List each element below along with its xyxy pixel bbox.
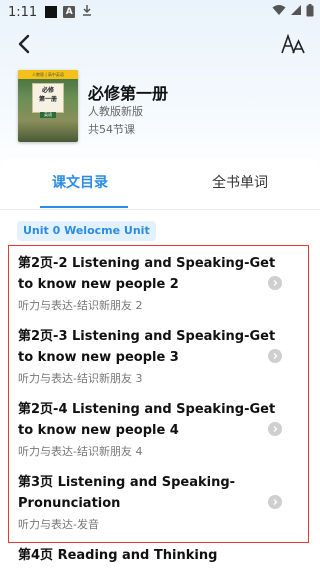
- unit-badge: Unit 0 Welocme Unit: [17, 221, 156, 241]
- active-tab-indicator: [40, 206, 128, 208]
- lesson-title: 第2页-4 Listening and Speaking-Get to know…: [18, 402, 276, 438]
- download-icon: [81, 4, 93, 20]
- cover-title-line1: 必修: [41, 87, 54, 94]
- text-size-icon: [281, 33, 305, 54]
- chevron-left-icon: [18, 34, 30, 54]
- chevron-right-icon[interactable]: [268, 422, 282, 436]
- cover-title-box: 必修 第一册: [32, 83, 64, 113]
- tab-all-words[interactable]: 全书单词: [212, 172, 268, 192]
- book-cover: 人教版 | 高中英语 必修 第一册 英语: [18, 70, 78, 142]
- lesson-subtitle: 听力与表达-结识新朋友 2: [18, 299, 143, 312]
- tab-bar: 课文目录 全书单词: [0, 158, 320, 210]
- wifi-icon: [272, 4, 286, 20]
- lesson-title: 第2页-2 Listening and Speaking-Get to know…: [18, 256, 276, 292]
- book-edition: 人教版新版: [88, 105, 143, 118]
- cover-title-line2: 第一册: [38, 96, 57, 103]
- status-time: 1:11: [8, 4, 38, 20]
- cover-top-label: 人教版 | 高中英语: [18, 70, 78, 79]
- tab-lesson-catalog[interactable]: 课文目录: [52, 172, 108, 192]
- chevron-right-icon[interactable]: [268, 349, 282, 363]
- chevron-right-icon[interactable]: [268, 495, 282, 509]
- status-bar: 1:11 A: [0, 0, 320, 24]
- book-lessons-count: 共54节课: [88, 123, 135, 136]
- font-size-button[interactable]: [280, 30, 306, 58]
- notification-a-icon: A: [63, 6, 76, 18]
- cover-badge: 英语: [40, 112, 56, 118]
- lesson-title: 第2页-3 Listening and Speaking-Get to know…: [18, 329, 276, 365]
- battery-icon: [306, 3, 314, 21]
- lesson-subtitle: 听力与表达-发音: [18, 518, 99, 531]
- lesson-title: 第4页 Reading and Thinking: [18, 548, 218, 563]
- chevron-right-icon[interactable]: [268, 276, 282, 290]
- lesson-title: 第3页 Listening and Speaking-Pronunciation: [18, 475, 236, 511]
- lesson-subtitle: 听力与表达-结识新朋友 3: [18, 372, 143, 385]
- notification-square-icon: [45, 6, 58, 18]
- lesson-item[interactable]: 第4页 Reading and Thinking: [18, 545, 318, 566]
- book-title: 必修第一册: [88, 84, 169, 103]
- signal-icon: [290, 4, 302, 20]
- back-button[interactable]: [12, 30, 36, 58]
- lesson-subtitle: 听力与表达-结识新朋友 4: [18, 445, 143, 458]
